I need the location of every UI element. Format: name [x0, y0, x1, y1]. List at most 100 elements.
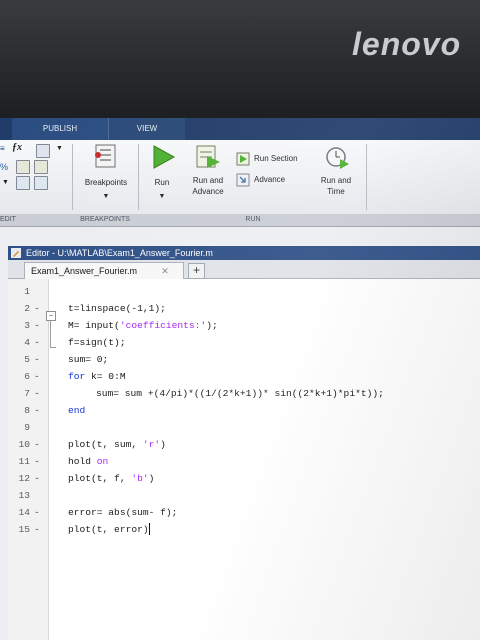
fx-icon[interactable]: ƒx	[12, 143, 22, 153]
advance-button[interactable]: Advance	[236, 173, 312, 187]
breakpoints-icon	[95, 144, 116, 168]
line-number: 15	[18, 524, 30, 535]
breakpoint-dash[interactable]: -	[34, 317, 40, 334]
indent-icon[interactable]	[16, 176, 30, 190]
code-line[interactable]: 9	[8, 419, 480, 436]
run-section-label: Run Section	[254, 154, 298, 163]
code-segment: )	[148, 473, 155, 484]
breakpoint-dash[interactable]: -	[34, 470, 40, 487]
chevron-down-icon[interactable]: ▼	[76, 192, 136, 202]
comment-icon[interactable]	[16, 160, 30, 174]
ribbon-tab-bar: PUBLISH VIEW	[0, 118, 480, 140]
section-breakpoints-label: BREAKPOINTS	[80, 216, 130, 223]
code-text: error= abs(sum- f);	[68, 507, 178, 518]
breakpoint-dash[interactable]: -	[34, 368, 40, 385]
code-line[interactable]: 3 - M= input('coefficients:');	[8, 317, 480, 334]
ribbon-divider	[366, 144, 367, 210]
run-section-button[interactable]: Run Section	[236, 152, 312, 166]
ribbon-section-bar: EDIT BREAKPOINTS RUN	[0, 214, 480, 227]
tab-view[interactable]: VIEW	[108, 118, 185, 140]
run-section-icon	[236, 152, 250, 166]
code-text: sum= 0;	[68, 354, 109, 365]
keyword: for	[68, 371, 86, 382]
code-segment: );	[206, 320, 218, 331]
line-number: 11	[18, 456, 30, 467]
line-number: 9	[24, 422, 30, 433]
code-text: f=sign(t);	[68, 337, 126, 348]
code-line[interactable]: 2 - t=linspace(-1,1);	[8, 300, 480, 317]
code-line[interactable]: 15 - plot(t, error)	[8, 521, 480, 538]
run-and-advance-label-line2: Advance	[192, 187, 224, 196]
line-number: 3	[24, 320, 30, 331]
code-line[interactable]: 6 - for k= 0:M	[8, 368, 480, 385]
advance-label: Advance	[254, 175, 286, 184]
breakpoints-button[interactable]: Breakpoints ▼	[76, 140, 136, 212]
section-edit-label: EDIT	[0, 216, 16, 223]
monitor-bezel: lenovo	[0, 0, 480, 118]
code-segment: hold	[68, 456, 97, 467]
fold-guide-end	[50, 347, 56, 348]
code-segment: )	[160, 439, 166, 450]
code-line[interactable]: 7 - sum= sum +(4/pi)*((1/(2*k+1))* sin((…	[8, 385, 480, 402]
editor-tab-strip: Exam1_Answer_Fourier.m ✕ +	[8, 260, 480, 279]
line-number: 8	[24, 405, 30, 416]
pencil-icon	[11, 248, 21, 258]
breakpoint-dash[interactable]: -	[34, 453, 40, 470]
run-and-advance-button[interactable]: Run and Advance	[184, 140, 232, 212]
line-number: 7	[24, 388, 30, 399]
run-and-time-button[interactable]: Run and Time	[312, 140, 360, 212]
run-and-advance-icon	[196, 145, 220, 168]
code-editor[interactable]: 1 2 - t=linspace(-1,1); 3 - M= input('co…	[8, 279, 480, 640]
run-and-time-label-line1: Run and	[320, 176, 352, 185]
insert-section-icon[interactable]: ≡	[0, 144, 5, 154]
fold-guide	[50, 321, 51, 347]
code-line[interactable]: 4 - f=sign(t);	[8, 334, 480, 351]
uncomment-icon[interactable]	[34, 160, 48, 174]
file-tab[interactable]: Exam1_Answer_Fourier.m ✕	[24, 262, 184, 279]
code-text: plot(t, error)	[68, 521, 150, 538]
breakpoint-dash[interactable]: -	[34, 521, 40, 538]
code-line[interactable]: 13	[8, 487, 480, 504]
code-line[interactable]: 14 - error= abs(sum- f);	[8, 504, 480, 521]
percent-comment-icon[interactable]: %	[0, 162, 8, 172]
code-line[interactable]: 8 - end	[8, 402, 480, 419]
fold-toggle-icon[interactable]: −	[46, 311, 56, 321]
chevron-down-icon[interactable]: ▼	[142, 192, 182, 202]
format-icon[interactable]	[36, 144, 50, 158]
ribbon-divider	[72, 144, 73, 210]
breakpoint-dash[interactable]: -	[34, 402, 40, 419]
code-text: plot(t, f, 'b')	[68, 470, 154, 487]
code-segment: plot(t, error)	[68, 524, 149, 535]
ribbon-divider	[138, 144, 139, 210]
line-number: 13	[18, 490, 30, 501]
breakpoint-dash[interactable]: -	[34, 504, 40, 521]
code-line[interactable]: 11 - hold on	[8, 453, 480, 470]
editor-title-bar: Editor - U:\MATLAB\Exam1_Answer_Fourier.…	[8, 246, 480, 260]
chevron-down-icon[interactable]: ▼	[2, 178, 9, 188]
close-icon[interactable]: ✕	[159, 263, 171, 279]
line-number: 5	[24, 354, 30, 365]
line-number: 14	[18, 507, 30, 518]
code-text: t=linspace(-1,1);	[68, 303, 166, 314]
breakpoint-dash[interactable]: -	[34, 334, 40, 351]
code-segment: k= 0:M	[85, 371, 126, 382]
run-button[interactable]: Run ▼	[142, 140, 182, 212]
breakpoint-dash[interactable]: -	[34, 351, 40, 368]
keyword: end	[68, 405, 86, 416]
breakpoint-dash[interactable]: -	[34, 300, 40, 317]
run-and-advance-label-line1: Run and	[192, 176, 224, 185]
line-number: 6	[24, 371, 30, 382]
code-segment: plot(t, sum,	[68, 439, 143, 450]
add-tab-button[interactable]: +	[188, 263, 205, 279]
outdent-icon[interactable]	[34, 176, 48, 190]
code-line[interactable]: 5 - sum= 0;	[8, 351, 480, 368]
code-line[interactable]: 10 - plot(t, sum, 'r')	[8, 436, 480, 453]
code-line[interactable]: 12 - plot(t, f, 'b')	[8, 470, 480, 487]
line-number: 12	[18, 473, 30, 484]
breakpoint-dash[interactable]: -	[34, 385, 40, 402]
chevron-down-icon[interactable]: ▼	[56, 144, 63, 154]
code-text: hold on	[68, 453, 108, 470]
code-line[interactable]: 1	[8, 283, 480, 300]
tab-publish[interactable]: PUBLISH	[12, 118, 108, 140]
breakpoint-dash[interactable]: -	[34, 436, 40, 453]
